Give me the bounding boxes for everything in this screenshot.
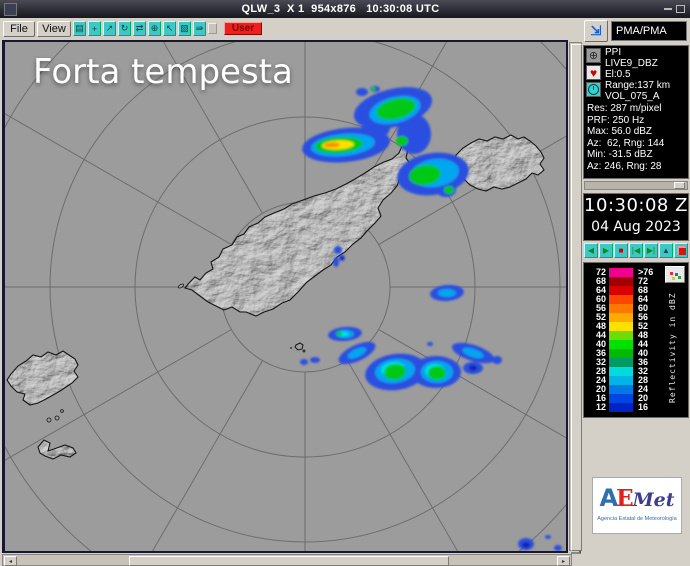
volume-time-icon xyxy=(586,82,601,97)
vertical-scrollbar[interactable] xyxy=(569,42,582,551)
legend-swatch xyxy=(609,286,633,295)
last-frame-button[interactable]: ▶| xyxy=(644,243,658,258)
logo-letter-e: E xyxy=(616,485,634,512)
animate-icon[interactable]: ⇛ xyxy=(193,21,206,36)
stat-line: Min: -31.5 dBZ xyxy=(587,149,664,161)
legend-swatch xyxy=(609,268,633,277)
rotate-icon[interactable]: ↻ xyxy=(118,21,131,36)
scan-volume: VOL_075_A xyxy=(605,91,660,102)
scan-mode: PPI xyxy=(605,47,621,58)
legend-swatch xyxy=(609,322,633,331)
legend-swatch xyxy=(609,403,633,412)
aemet-logo: AEMet Agencia Estatal de Meteorología xyxy=(592,477,682,534)
logo-caption: Agencia Estatal de Meteorología xyxy=(593,516,681,522)
snapshot-button[interactable] xyxy=(674,243,688,258)
horizontal-scrollbar-thumb[interactable] xyxy=(129,556,449,566)
legend-swatch xyxy=(609,340,633,349)
legend-swatch xyxy=(609,358,633,367)
legend-rows: 72>7668726468606456605256485244484044364… xyxy=(586,268,668,412)
map-overlay-text: Forta tempesta xyxy=(33,52,293,92)
palette-icon[interactable] xyxy=(665,266,685,283)
window-title: QLW_3 X 1 954x876 10:30:08 UTC xyxy=(17,3,664,15)
pan-icon[interactable]: ⇄ xyxy=(133,21,146,36)
radar-stats: Res: 287 m/pixelPRF: 250 HzMax: 56.0 dBZ… xyxy=(587,103,664,172)
legend-swatch xyxy=(609,394,633,403)
titlebar: QLW_3 X 1 954x876 10:30:08 UTC xyxy=(0,0,690,18)
stat-line: Az: 246, Rng: 28 xyxy=(587,161,664,173)
axes-tool-icon[interactable]: ⇲ xyxy=(584,20,608,42)
radar-map-viewport[interactable] xyxy=(2,40,568,553)
layers-icon[interactable]: ▤ xyxy=(73,21,86,36)
app-icon xyxy=(4,3,17,16)
view-menu-button[interactable]: View xyxy=(37,21,71,37)
scan-range: Range:137 km xyxy=(605,80,670,91)
stat-line: Az: 62, Rng: 144 xyxy=(587,138,664,150)
legend-swatch xyxy=(609,349,633,358)
zoom-arrow-icon[interactable]: ↗ xyxy=(103,21,116,36)
stop-button[interactable]: ■ xyxy=(614,243,628,258)
user-button[interactable]: User xyxy=(224,22,262,35)
date-display: 04 Aug 2023 xyxy=(584,218,688,236)
crosshair-icon[interactable]: + xyxy=(88,21,101,36)
elevation-icon: ♥ xyxy=(586,65,601,80)
reflectivity-legend: 72>7668726468606456605256485244484044364… xyxy=(583,262,689,418)
globe-settings-icon[interactable]: ⊕ xyxy=(148,21,161,36)
legend-swatch xyxy=(609,304,633,313)
draw-icon[interactable]: ↖ xyxy=(163,21,176,36)
vertical-scrollbar-thumb[interactable] xyxy=(571,44,582,551)
maximize-icon[interactable] xyxy=(676,5,685,13)
clock-panel: 10:30:08 Z 04 Aug 2023 xyxy=(583,193,689,241)
stat-line: Max: 56.0 dBZ xyxy=(587,126,664,138)
legend-title: Reflectivity in dBZ xyxy=(668,283,677,413)
logo-letters-met: Met xyxy=(633,489,675,511)
legend-swatch xyxy=(609,385,633,394)
product-field[interactable]: PMA/PMA xyxy=(611,21,687,41)
legend-swatch xyxy=(609,376,633,385)
first-frame-button[interactable]: |◀ xyxy=(629,243,643,258)
scan-mode-icon: ⊕ xyxy=(586,48,601,63)
legend-swatch xyxy=(609,331,633,340)
frame-slider[interactable] xyxy=(584,181,688,190)
notebook-icon[interactable]: ▧ xyxy=(178,21,191,36)
time-display: 10:30:08 Z xyxy=(584,194,688,218)
horizontal-scrollbar[interactable]: ◂ ▸ xyxy=(2,554,572,566)
legend-swatch xyxy=(609,367,633,376)
legend-swatch xyxy=(609,277,633,286)
toolbar-icons: ▤+↗↻⇄⊕↖▧⇛ xyxy=(73,21,217,36)
scan-elevation: El:0.5 xyxy=(605,69,631,80)
sidebar: ⇲ PMA/PMA ⊕ ♥ PPI LIVE9_DBZ El:0.5 Range… xyxy=(583,18,690,566)
scan-info-panel: ⊕ ♥ PPI LIVE9_DBZ El:0.5 Range:137 km VO… xyxy=(583,45,689,179)
blank-disabled-icon xyxy=(208,23,217,34)
frame-slider-thumb[interactable] xyxy=(674,182,685,189)
legend-swatch xyxy=(609,295,633,304)
file-menu-button[interactable]: File xyxy=(3,21,35,37)
stat-line: Res: 287 m/pixel xyxy=(587,103,664,115)
scan-layer: LIVE9_DBZ xyxy=(605,58,658,69)
minimize-icon[interactable] xyxy=(664,8,672,10)
legend-row: 1216 xyxy=(586,403,668,412)
prev-frame-button[interactable]: ◀ xyxy=(584,243,598,258)
legend-swatch xyxy=(609,313,633,322)
stat-line: PRF: 250 Hz xyxy=(587,115,664,127)
sweep-button[interactable]: ▲ xyxy=(659,243,673,258)
scan-lines: PPI LIVE9_DBZ El:0.5 Range:137 km VOL_07… xyxy=(605,47,670,102)
scroll-right-icon[interactable]: ▸ xyxy=(557,556,570,566)
play-button[interactable]: ▶ xyxy=(599,243,613,258)
radar-display xyxy=(5,42,566,551)
scroll-left-icon[interactable]: ◂ xyxy=(4,556,17,566)
playback-controls: ◀▶■|◀▶|▲ xyxy=(584,243,688,258)
